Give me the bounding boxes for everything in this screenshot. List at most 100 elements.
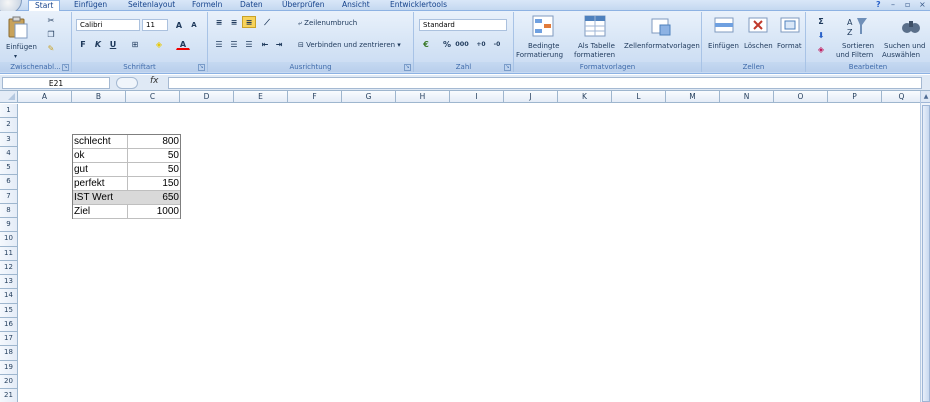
insert-cells-icon[interactable] xyxy=(714,15,734,37)
tab-einfuegen[interactable]: Einfügen xyxy=(68,0,113,11)
table-cell-value[interactable]: 50 xyxy=(127,163,179,177)
column-header-j[interactable]: J xyxy=(504,91,558,103)
column-header-b[interactable]: B xyxy=(72,91,126,103)
format-cells-icon[interactable] xyxy=(780,15,800,37)
decrease-decimal-icon[interactable]: -0 xyxy=(490,38,504,50)
grow-font-icon[interactable]: A xyxy=(172,19,186,31)
align-top-icon[interactable]: ≡ xyxy=(212,16,226,28)
number-launcher-icon[interactable]: ↘ xyxy=(504,64,511,71)
row-header-3[interactable]: 3 xyxy=(0,132,18,147)
font-color-icon[interactable]: A xyxy=(176,38,190,50)
column-header-n[interactable]: N xyxy=(720,91,774,103)
column-header-e[interactable]: E xyxy=(234,91,288,103)
paste-button[interactable]: Einfügen xyxy=(6,43,37,52)
row-header-5[interactable]: 5 xyxy=(0,161,18,176)
fill-icon[interactable]: ⬇ xyxy=(814,29,828,41)
column-header-f[interactable]: F xyxy=(288,91,342,103)
thousands-button[interactable]: 000 xyxy=(454,38,470,50)
paste-icon[interactable] xyxy=(6,16,30,42)
font-launcher-icon[interactable]: ↘ xyxy=(198,64,205,71)
table-row[interactable]: ok 50 xyxy=(73,149,180,163)
row-header-11[interactable]: 11 xyxy=(0,246,18,261)
number-format-select[interactable]: Standard xyxy=(419,19,507,31)
column-header-l[interactable]: L xyxy=(612,91,666,103)
format-painter-icon[interactable]: ✎ xyxy=(44,42,58,54)
wrap-text-button[interactable]: ⤶ Zeilenumbruch xyxy=(298,19,357,28)
restore-icon[interactable]: ▫ xyxy=(905,0,910,10)
column-header-i[interactable]: I xyxy=(450,91,504,103)
row-header-14[interactable]: 14 xyxy=(0,289,18,304)
align-middle-icon[interactable]: ≡ xyxy=(227,16,241,28)
row-header-21[interactable]: 21 xyxy=(0,389,18,402)
table-cell-label[interactable]: Ziel xyxy=(74,205,126,219)
close-icon[interactable]: × xyxy=(919,0,926,10)
row-header-9[interactable]: 9 xyxy=(0,218,18,233)
bold-button[interactable]: F xyxy=(76,38,90,50)
row-header-6[interactable]: 6 xyxy=(0,175,18,190)
row-header-10[interactable]: 10 xyxy=(0,232,18,247)
table-cell-value[interactable]: 800 xyxy=(127,135,179,149)
table-row[interactable]: IST Wert 650 xyxy=(73,191,180,205)
increase-indent-icon[interactable]: ⇥ xyxy=(272,38,286,50)
help-icon[interactable]: ? xyxy=(876,0,881,10)
conditional-formatting-icon[interactable] xyxy=(532,15,554,39)
column-header-m[interactable]: M xyxy=(666,91,720,103)
table-cell-value[interactable]: 1000 xyxy=(127,205,179,219)
column-header-g[interactable]: G xyxy=(342,91,396,103)
worksheet-grid[interactable]: ABCDEFGHIJKLMNOPQ 1 2 3 4 5 6 7 8 9 10 11 12 13 14 15 1… xyxy=(0,91,920,402)
insert-function-icon[interactable]: fx xyxy=(150,76,159,86)
underline-button[interactable]: U xyxy=(106,38,120,50)
row-header-18[interactable]: 18 xyxy=(0,346,18,361)
tab-seitenlayout[interactable]: Seitenlayout xyxy=(122,0,181,11)
copy-icon[interactable]: ❐ xyxy=(44,28,58,40)
row-header-2[interactable]: 2 xyxy=(0,118,18,133)
row-header-12[interactable]: 12 xyxy=(0,260,18,275)
column-header-k[interactable]: K xyxy=(558,91,612,103)
table-row[interactable]: schlecht 800 xyxy=(73,135,180,149)
percent-button[interactable]: % xyxy=(440,38,454,50)
merge-center-button[interactable]: ⊟ Verbinden und zentrieren ▾ xyxy=(298,41,401,50)
minimize-icon[interactable]: – xyxy=(891,0,895,10)
cell-styles-button[interactable]: Zellenformatvorlagen xyxy=(624,42,700,51)
row-header-7[interactable]: 7 xyxy=(0,189,18,204)
sort-filter-line1[interactable]: Sortieren xyxy=(842,42,874,51)
row-header-19[interactable]: 19 xyxy=(0,360,18,375)
vertical-scrollbar[interactable]: ▲ xyxy=(920,91,930,402)
find-select-line2[interactable]: Auswählen xyxy=(882,51,920,60)
table-cell-label[interactable]: gut xyxy=(74,163,126,177)
table-cell-label[interactable]: ok xyxy=(74,149,126,163)
font-size-select[interactable]: 11 xyxy=(142,19,168,31)
align-center-icon[interactable]: ☰ xyxy=(227,38,241,50)
fill-color-icon[interactable]: ◈ xyxy=(152,38,166,50)
align-bottom-icon[interactable]: ≡ xyxy=(242,16,256,28)
orientation-icon[interactable]: ⟋ xyxy=(260,16,274,28)
tab-ansicht[interactable]: Ansicht xyxy=(336,0,376,11)
clipboard-launcher-icon[interactable]: ↘ xyxy=(62,64,69,71)
scroll-thumb[interactable] xyxy=(922,105,930,402)
format-as-table-line2[interactable]: formatieren xyxy=(574,51,615,60)
cell-styles-icon[interactable] xyxy=(650,15,672,39)
column-header-q[interactable]: Q xyxy=(882,91,920,103)
table-cell-value[interactable]: 50 xyxy=(127,149,179,163)
formula-cancel-icon[interactable] xyxy=(116,77,138,89)
row-header-17[interactable]: 17 xyxy=(0,332,18,347)
table-row[interactable]: perfekt 150 xyxy=(73,177,180,191)
column-header-p[interactable]: P xyxy=(828,91,882,103)
font-name-select[interactable]: Calibri xyxy=(76,19,140,31)
align-left-icon[interactable]: ☰ xyxy=(212,38,226,50)
row-header-13[interactable]: 13 xyxy=(0,275,18,290)
row-header-16[interactable]: 16 xyxy=(0,317,18,332)
currency-icon[interactable]: € xyxy=(419,38,433,50)
alignment-launcher-icon[interactable]: ↘ xyxy=(404,64,411,71)
tab-ueberpruefen[interactable]: Überprüfen xyxy=(276,0,331,11)
insert-cells-button[interactable]: Einfügen xyxy=(708,42,739,51)
paste-dropdown-icon[interactable]: ▾ xyxy=(14,52,17,61)
name-box[interactable]: E21 xyxy=(2,77,110,89)
cut-icon[interactable]: ✂ xyxy=(44,14,58,26)
scroll-up-icon[interactable]: ▲ xyxy=(921,91,930,103)
table-cell-label[interactable]: schlecht xyxy=(74,135,126,149)
column-header-h[interactable]: H xyxy=(396,91,450,103)
table-cell-label[interactable]: IST Wert xyxy=(74,191,126,205)
format-as-table-icon[interactable] xyxy=(584,15,606,39)
table-cell-label[interactable]: perfekt xyxy=(74,177,126,191)
